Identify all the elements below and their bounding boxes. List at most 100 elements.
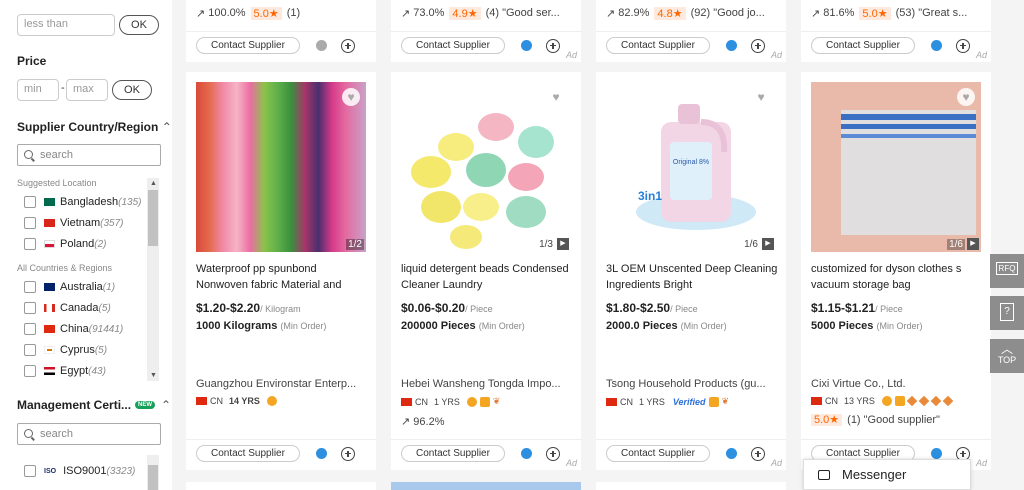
scroll-up-arrow-icon[interactable]: ▲ [150,180,157,187]
country-item-cyprus[interactable]: Cyprus (5) [24,341,107,359]
add-compare-icon[interactable] [340,38,355,53]
management-cert-title[interactable]: Management Certi... NEW ⌃ [17,398,171,412]
country-count: (91441) [88,323,124,335]
product-card-4[interactable]: ♥ 1/6 ▶ customized for dyson clothes s v… [801,72,991,470]
add-compare-icon[interactable] [545,446,560,461]
add-compare-icon[interactable] [340,446,355,461]
management-cert-label: Management Certi... [17,398,132,412]
chat-icon[interactable] [930,40,942,51]
checkbox[interactable] [24,217,36,229]
supplier-name[interactable]: Tsong Household Products (gu... [606,378,778,390]
product-card-prev-2[interactable]: ↗ 73.0% 4.9★ (4) "Good ser... Contact Suppl… [391,0,581,62]
all-countries-label: All Countries & Regions [17,263,113,273]
less-than-input[interactable]: less than [17,14,115,36]
moq-value: 200000 Pieces [401,320,476,332]
svg-text:3in1: 3in1 [638,189,662,203]
supplier-name[interactable]: Cixi Virtue Co., Ltd. [811,378,983,390]
contact-supplier-button[interactable]: Contact Supplier [811,37,915,54]
chat-icon[interactable] [725,40,737,51]
contact-supplier-button[interactable]: Contact Supplier [196,445,300,462]
favorite-heart-icon[interactable]: ♥ [342,88,360,106]
chat-icon[interactable] [520,40,532,51]
checkbox[interactable] [24,281,36,293]
rfq-button[interactable]: RFQ [990,254,1024,288]
country-item-vietnam[interactable]: Vietnam (357) [24,214,124,232]
country-list-scrollbar[interactable]: ▲ ▼ [147,178,159,381]
price-min-input[interactable]: min [17,79,59,101]
contact-supplier-button[interactable]: Contact Supplier [196,37,300,54]
chat-icon[interactable] [725,448,737,459]
vietnam-flag-icon [44,219,55,227]
checkbox[interactable] [24,323,36,335]
scrollbar-thumb[interactable] [148,465,158,490]
product-card-prev-3[interactable]: ↗ 82.9% 4.8★ (92) "Good jo... Contact Suppl… [596,0,786,62]
favorite-heart-icon[interactable]: ♥ [752,88,770,106]
play-video-icon[interactable]: ▶ [967,238,979,250]
country-search-input[interactable]: search [17,144,161,166]
product-card-prev-1[interactable]: ↗ 100.0% 5.0★ (1) Contact Supplier [186,0,376,62]
cert-item-iso9001[interactable]: ISO ISO9001 (3323) [24,462,135,480]
add-compare-icon[interactable] [955,38,970,53]
cert-search-input[interactable]: search [17,423,161,445]
product-card-prev-4[interactable]: ↗ 81.6% 5.0★ (53) "Great s... Contact Suppl… [801,0,991,62]
cert-list-scrollbar[interactable] [147,455,159,490]
checkbox[interactable] [24,196,36,208]
feedback-button[interactable]: ? [990,296,1024,330]
product-title[interactable]: liquid detergent beads Condensed Cleaner… [401,261,573,293]
favorite-heart-icon[interactable]: ♥ [957,88,975,106]
product-title[interactable]: Waterproof pp spunbond Nonwoven fabric M… [196,261,368,293]
product-image[interactable]: ♥ 1/3 ▶ [401,82,571,252]
checkbox[interactable] [24,465,36,477]
country-item-bangladesh[interactable]: Bangladesh (135) [24,193,141,211]
price-range: $0.06-$0.20 [401,301,466,315]
country-item-australia[interactable]: Australia (1) [24,278,115,296]
price-title: Price [17,54,47,68]
checkbox[interactable] [24,344,36,356]
rating-badge: 5.0★ [811,414,843,426]
product-title[interactable]: 3L OEM Unscented Deep Cleaning Ingredien… [606,261,778,293]
checkbox[interactable] [24,302,36,314]
rating-badge: 4.8★ [654,6,686,20]
product-card-3[interactable]: Original 8% 3in1 ♥ 1/6 ▶ 3L OEM Unscente… [596,72,786,470]
checkbox[interactable] [24,238,36,250]
back-to-top-button[interactable]: ︿ TOP [990,339,1024,373]
country-item-canada[interactable]: Canada (5) [24,299,111,317]
product-image[interactable]: Original 8% 3in1 ♥ 1/6 ▶ [606,82,776,252]
country-item-china[interactable]: China (91441) [24,320,123,338]
scrollbar-thumb[interactable] [148,190,158,246]
product-image[interactable]: ♥ 1/2 [196,82,366,252]
add-compare-icon[interactable] [750,38,765,53]
product-card-2[interactable]: ♥ 1/3 ▶ liquid detergent beads Condensed… [391,72,581,470]
play-video-icon[interactable]: ▶ [762,238,774,250]
product-image[interactable]: ♥ 1/6 ▶ [811,82,981,252]
price-ok-button[interactable]: OK [112,80,152,100]
contact-supplier-button[interactable]: Contact Supplier [606,37,710,54]
chat-icon[interactable] [520,448,532,459]
product-title[interactable]: customized for dyson clothes s vacuum st… [811,261,983,293]
contact-supplier-button[interactable]: Contact Supplier [401,37,505,54]
country-item-poland[interactable]: Poland (2) [24,235,107,253]
chat-icon[interactable] [930,448,942,459]
less-than-ok-button[interactable]: OK [119,15,159,35]
scroll-down-arrow-icon[interactable]: ▼ [150,372,157,379]
add-compare-icon[interactable] [545,38,560,53]
supplier-name[interactable]: Hebei Wansheng Tongda Impo... [401,378,573,390]
chat-icon[interactable] [315,40,327,51]
play-video-icon[interactable]: ▶ [557,238,569,250]
country-title[interactable]: Supplier Country/Region ⌃ [17,120,172,134]
country-item-egypt[interactable]: Egypt (43) [24,362,106,380]
product-card-1[interactable]: ♥ 1/2 Waterproof pp spunbond Nonwoven fa… [186,72,376,470]
card-footer: Contact Supplier [391,439,581,467]
chat-icon[interactable] [315,448,327,459]
price-max-input[interactable]: max [66,79,108,101]
contact-supplier-button[interactable]: Contact Supplier [401,445,505,462]
add-compare-icon[interactable] [750,446,765,461]
supplier-name[interactable]: Guangzhou Environstar Enterp... [196,378,368,390]
contact-supplier-button[interactable]: Contact Supplier [606,445,710,462]
messenger-button[interactable]: Messenger [803,459,971,490]
favorite-heart-icon[interactable]: ♥ [547,88,565,106]
card-footer: Contact Supplier [186,31,376,59]
ad-label: Ad [975,458,987,468]
checkbox[interactable] [24,365,36,377]
trade-assurance-icon [894,396,905,406]
